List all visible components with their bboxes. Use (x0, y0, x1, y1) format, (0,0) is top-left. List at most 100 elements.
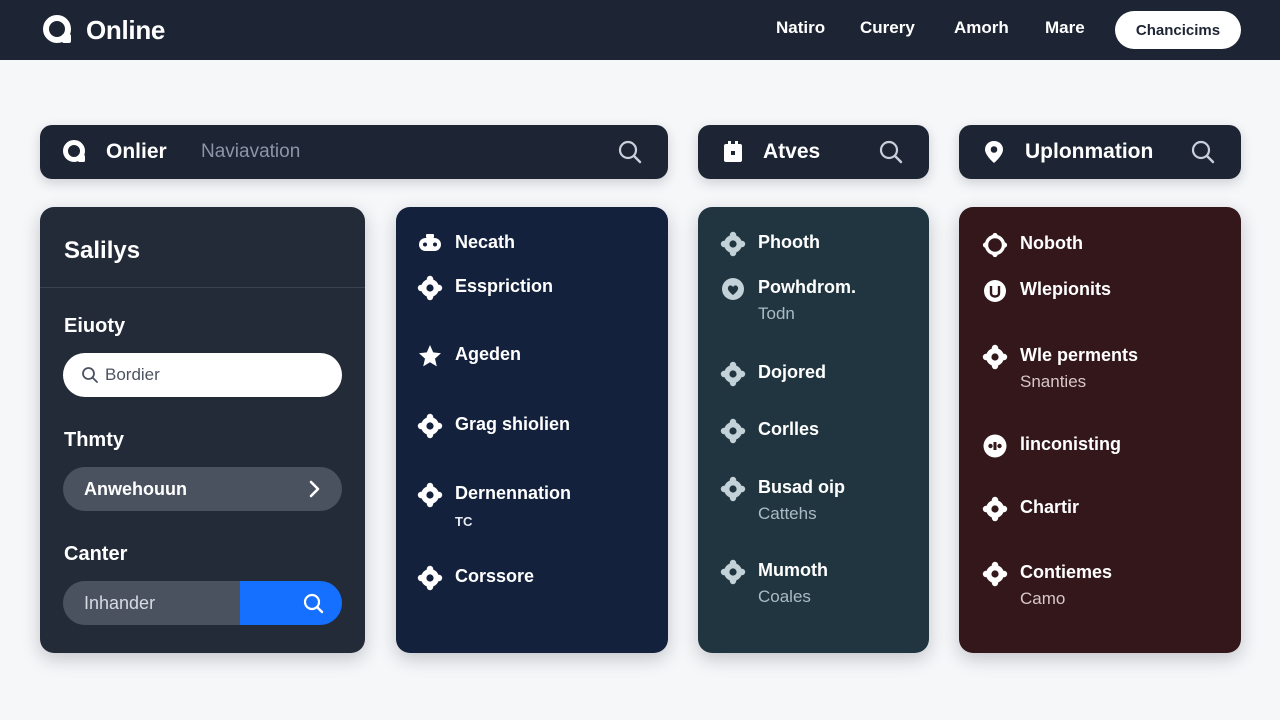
search-placeholder[interactable]: Naviavation (201, 141, 300, 163)
list-item-sublabel: TC (455, 514, 473, 529)
location-pin-icon (985, 141, 1003, 163)
list-item-label: Grag shiolien (455, 414, 571, 434)
gear-icon (720, 418, 746, 444)
list-item[interactable]: Contiemes Camo (982, 561, 1112, 609)
gear-icon (982, 496, 1008, 522)
nav-link[interactable]: Mare (1045, 18, 1105, 38)
list-item-sublabel: Coales (758, 587, 811, 606)
heart-icon (722, 278, 744, 300)
list-item[interactable]: Noboth (982, 232, 1083, 258)
search-bar-title: Atves (763, 140, 821, 163)
list-item[interactable]: Dojored (720, 361, 826, 387)
select-field[interactable]: Anwehouun (63, 467, 342, 511)
list-item[interactable]: Necath (417, 231, 515, 257)
list-item-label: Busad oip (758, 477, 846, 497)
filter-panel: Salilys Eiuoty Bordier Thmty Anwehouun C… (40, 207, 365, 653)
section-label: Thmty (64, 429, 124, 451)
list-item-label: Dernennation (455, 483, 572, 503)
search-icon[interactable] (617, 139, 643, 165)
list-item[interactable]: Esspriction (417, 275, 553, 301)
list-item-label: Mumoth (758, 560, 828, 580)
search-bar-main[interactable]: Onlier Naviavation (40, 125, 668, 179)
search-icon (303, 593, 324, 614)
list-item-label: Corssore (455, 566, 535, 586)
list-panel-teal: Phooth Powhdrom. Todn Dojored Corlles Bu… (698, 207, 929, 653)
gamepad-icon (983, 434, 1007, 458)
list-item[interactable]: Grag shiolien (417, 413, 570, 439)
list-item[interactable]: Ageden (417, 343, 521, 369)
search-button[interactable] (240, 581, 342, 625)
list-item-label: Chartir (1020, 497, 1080, 517)
search-bar-atves[interactable]: Atves (698, 125, 929, 179)
list-item-label: Contiemes (1020, 562, 1113, 582)
list-item-label: Phooth (758, 232, 820, 252)
search-icon[interactable] (878, 139, 904, 165)
list-item-sublabel: Todn (758, 304, 795, 323)
search-bar-title: Onlier (106, 140, 167, 163)
list-item-sublabel: Snanties (1020, 372, 1087, 391)
brand-name: Online (86, 14, 166, 45)
gear-icon (417, 413, 443, 439)
panel-title: Salilys (64, 237, 141, 264)
list-panel-navy: Necath Esspriction Ageden Grag shiolien (396, 207, 668, 653)
search-icon (82, 367, 98, 383)
shield-icon (984, 280, 1006, 302)
top-nav: Natiro Curery Amorh Mare (776, 18, 1105, 38)
divider (40, 287, 365, 288)
top-navigation-bar: Online Natiro Curery Amorh Mare Chancici… (0, 0, 1280, 60)
gamepad-icon (419, 234, 441, 251)
list-item-label: Wlepionits (1020, 279, 1111, 299)
list-item-sublabel: Camo (1020, 589, 1066, 608)
logo-icon (43, 15, 71, 43)
star-icon (419, 345, 441, 367)
list-item-label: Powhdrom. (758, 277, 856, 297)
gear-icon (720, 476, 746, 502)
gear-icon (982, 232, 1008, 258)
list-item[interactable]: Corssore (417, 565, 534, 591)
list-item-label: Noboth (1020, 233, 1083, 253)
select-value: Anwehouun (84, 478, 187, 499)
list-item[interactable]: Busad oip Cattehs (720, 476, 845, 524)
search-icon[interactable] (1190, 139, 1216, 165)
gear-icon (982, 561, 1008, 587)
logo-icon (63, 140, 85, 162)
cta-button[interactable]: Chancicims (1115, 11, 1241, 49)
list-item[interactable]: Wle perments Snanties (982, 344, 1138, 392)
gear-icon (720, 559, 746, 585)
gear-icon (720, 231, 746, 257)
list-item[interactable]: Phooth (720, 231, 820, 257)
search-bar-uplonmation[interactable]: Uplonmation (959, 125, 1241, 179)
section-label: Eiuoty (64, 315, 126, 337)
search-field[interactable]: Bordier (63, 353, 342, 397)
combo-input[interactable]: Inhander (63, 581, 240, 625)
search-bar-title: Uplonmation (1025, 140, 1154, 163)
search-field-placeholder: Bordier (105, 365, 160, 384)
list-item-label: Esspriction (455, 276, 554, 296)
section-label: Canter (64, 543, 128, 565)
gear-icon (982, 344, 1008, 370)
list-item-label: Corlles (758, 419, 820, 439)
list-item-label: Necath (455, 232, 516, 252)
list-item[interactable]: Mumoth Coales (720, 559, 828, 607)
nav-link[interactable]: Natiro (776, 18, 860, 38)
gear-icon (417, 275, 443, 301)
calendar-icon (724, 141, 742, 162)
list-item-sublabel: Cattehs (758, 504, 817, 523)
nav-link[interactable]: Amorh (954, 18, 1045, 38)
list-item-label: linconisting (1020, 434, 1121, 454)
list-item-label: Dojored (758, 362, 827, 382)
list-item[interactable]: Chartir (982, 496, 1079, 522)
gear-icon (417, 482, 443, 508)
brand[interactable]: Online (42, 14, 165, 46)
list-item[interactable]: linconisting (982, 433, 1121, 459)
list-item[interactable]: Powhdrom. Todn (720, 276, 856, 324)
chevron-right-icon (309, 480, 320, 498)
gear-icon (417, 565, 443, 591)
nav-link[interactable]: Curery (860, 18, 954, 38)
list-item[interactable]: Corlles (720, 418, 819, 444)
list-item-label: Ageden (455, 344, 522, 364)
list-item-label: Wle perments (1020, 345, 1139, 365)
list-panel-maroon: Noboth Wlepionits Wle perments Snanties … (959, 207, 1241, 653)
list-item[interactable]: Dernennation TC (417, 482, 571, 529)
list-item[interactable]: Wlepionits (982, 278, 1111, 304)
